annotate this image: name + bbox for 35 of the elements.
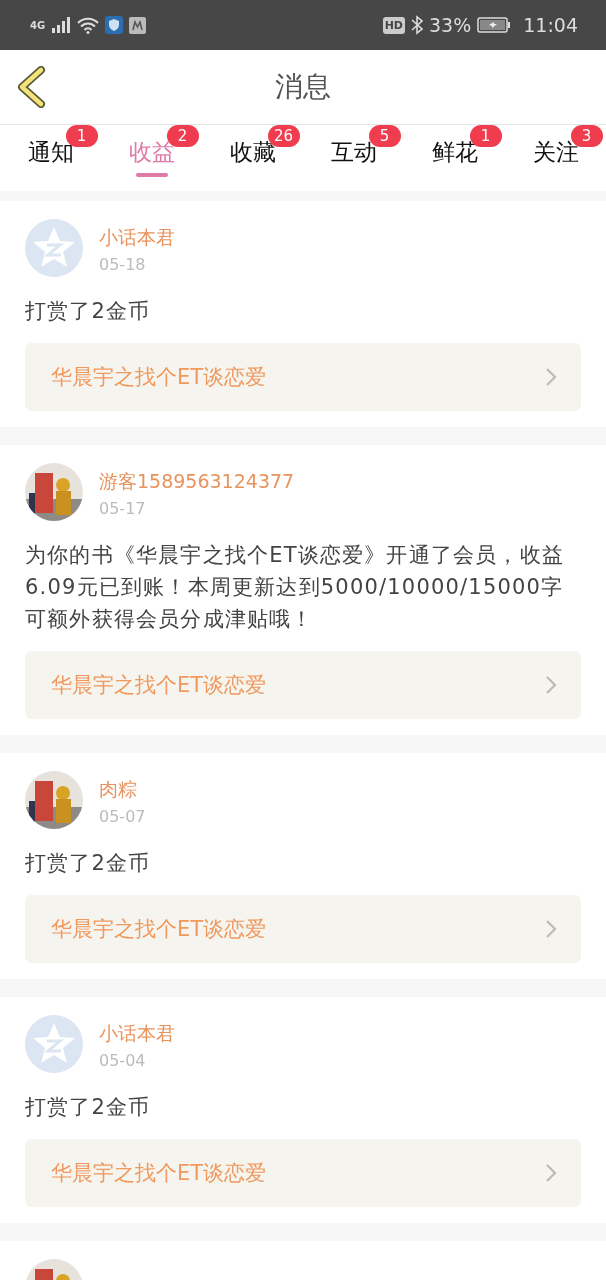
message-date: 05-18 bbox=[99, 255, 147, 274]
message-text: 为你的书《华晨宇之找个ET谈恋爱》开通了会员，收益6.09元已到账！本周更新达到5000/10000/15000字可额外获得会员分成津贴哦！ bbox=[25, 542, 566, 633]
page-title: 消息 bbox=[275, 69, 331, 105]
book-link[interactable]: 华晨宇之找个ET谈恋爱 bbox=[25, 651, 581, 719]
message-date: 05-17 bbox=[99, 499, 147, 518]
message-text: 打赏了2金币 bbox=[25, 1094, 152, 1121]
chevron-right-icon bbox=[545, 367, 557, 387]
app-icon bbox=[129, 16, 147, 34]
clock-time: 11:04 bbox=[523, 14, 578, 36]
book-link[interactable]: 华晨宇之找个ET谈恋爱 bbox=[25, 895, 581, 963]
message-date: 05-07 bbox=[99, 807, 146, 826]
chevron-right-icon bbox=[545, 919, 557, 939]
message-date: 05-04 bbox=[99, 1051, 147, 1070]
default-avatar-icon bbox=[25, 219, 83, 277]
chevron-right-icon bbox=[545, 675, 557, 695]
book-link[interactable]: 华晨宇之找个ET谈恋爱 bbox=[25, 343, 581, 411]
shield-icon bbox=[105, 16, 124, 34]
user-name[interactable]: 肉粽 bbox=[99, 777, 146, 803]
message-text: 打赏了2金币 bbox=[25, 298, 152, 325]
battery-percentage: 33% bbox=[429, 14, 472, 36]
bluetooth-icon bbox=[411, 15, 423, 35]
user-name[interactable]: 游客1589563124377 bbox=[99, 469, 295, 495]
default-avatar-icon bbox=[25, 1015, 83, 1073]
hd-indicator: HD bbox=[382, 16, 405, 34]
book-link[interactable]: 华晨宇之找个ET谈恋爱 bbox=[25, 1139, 581, 1207]
signal-icon bbox=[51, 17, 72, 33]
network-type: 4G bbox=[30, 19, 46, 31]
chevron-right-icon bbox=[545, 1163, 557, 1183]
user-name[interactable]: 小话本君 bbox=[99, 225, 175, 251]
battery-charging-icon bbox=[477, 17, 512, 33]
wifi-icon bbox=[77, 16, 100, 34]
user-name[interactable]: 小话本君 bbox=[99, 1021, 175, 1047]
message-text: 打赏了2金币 bbox=[25, 850, 152, 877]
tab-indicator bbox=[135, 173, 168, 177]
back-icon[interactable] bbox=[16, 66, 46, 108]
